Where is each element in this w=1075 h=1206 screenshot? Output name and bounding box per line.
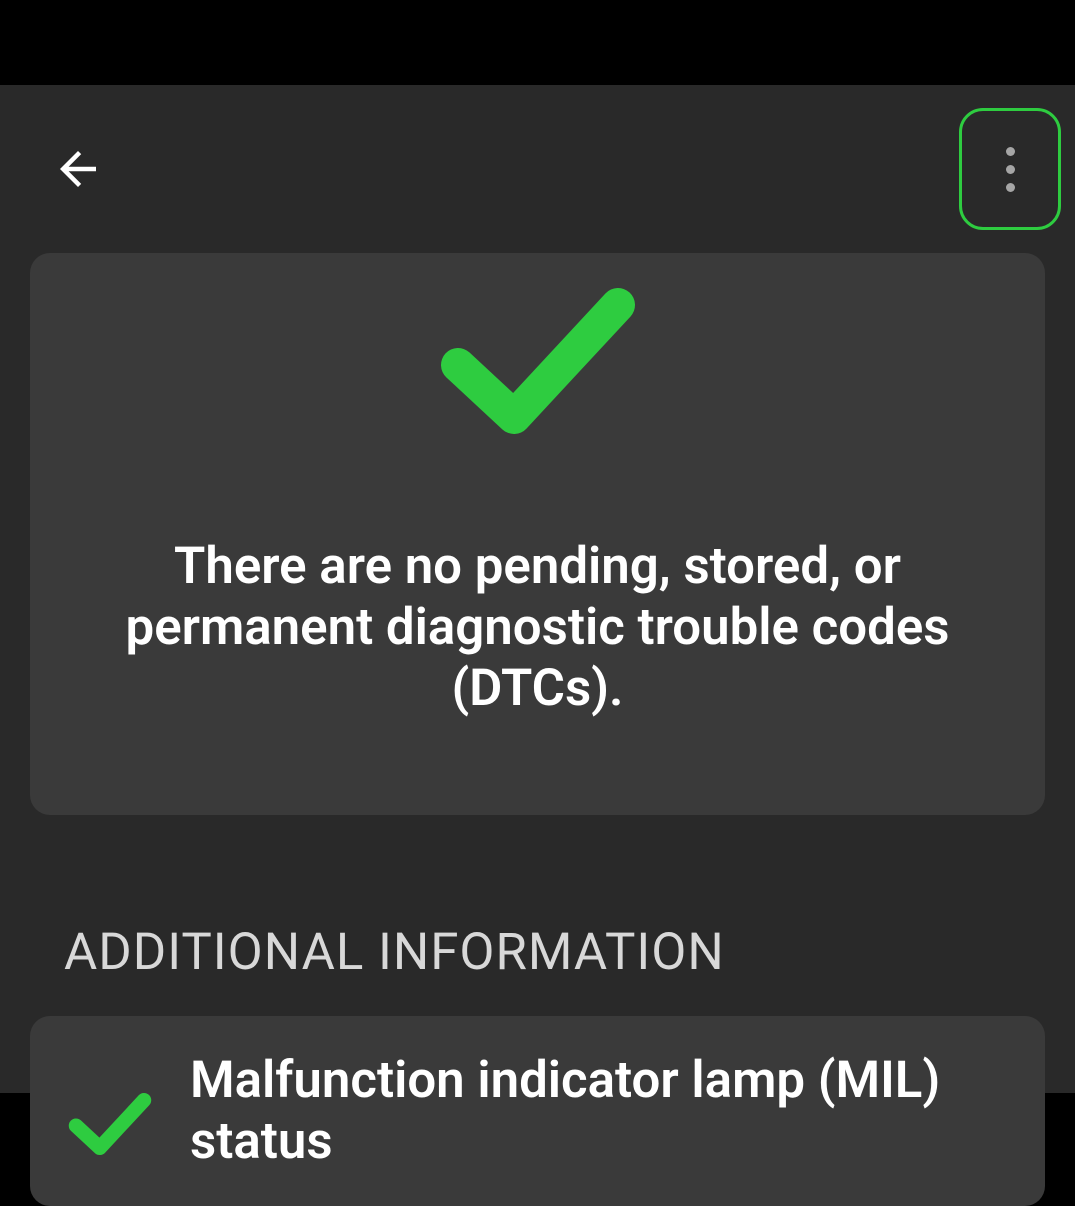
more-vertical-icon (1006, 147, 1015, 192)
content-area: There are no pending, stored, or permane… (0, 253, 1075, 1206)
back-button[interactable] (48, 139, 108, 199)
arrow-left-icon (51, 142, 105, 196)
app-bar (0, 85, 1075, 253)
check-icon (60, 1078, 160, 1158)
mil-status-card[interactable]: Malfunction indicator lamp (MIL) status (30, 1016, 1045, 1206)
status-bar-area (0, 0, 1075, 85)
mil-status-label: Malfunction indicator lamp (MIL) status (190, 1050, 1015, 1172)
check-icon (438, 281, 638, 441)
dtc-status-message: There are no pending, stored, or permane… (110, 536, 965, 720)
additional-info-heading: ADDITIONAL INFORMATION (64, 923, 1045, 982)
more-options-button[interactable] (959, 108, 1061, 230)
main-container: There are no pending, stored, or permane… (0, 85, 1075, 1093)
dtc-status-card: There are no pending, stored, or permane… (30, 253, 1045, 815)
